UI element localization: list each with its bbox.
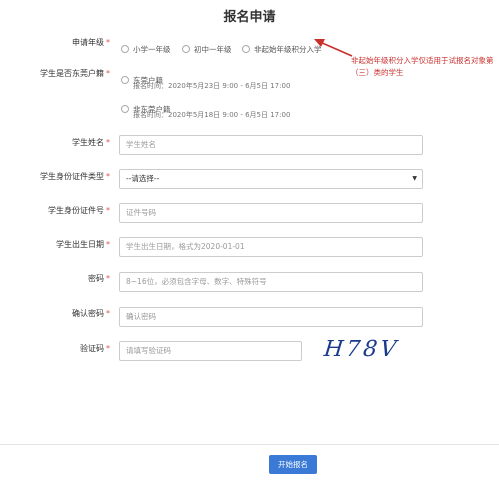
captcha-label: 验证码 * [80, 344, 110, 353]
password-label: 密码 * [88, 274, 110, 283]
grade-option-junior[interactable]: 初中一年级 [182, 37, 232, 56]
dropdown-caret-icon[interactable]: ▼ [412, 170, 417, 188]
annotation-note: 非起始年级积分入学仅适用于试报名对象第（三）类的学生 [351, 56, 494, 77]
radio-icon[interactable] [121, 105, 129, 113]
hukou-local-time: 报名时间：2020年5月23日 9:00 - 6月5日 17:00 [133, 82, 291, 90]
birthday-input[interactable]: 学生出生日期，格式为2020-01-01 [119, 237, 423, 257]
name-label: 学生姓名 * [72, 138, 110, 147]
id-type-label: 学生身份证件类型 * [40, 172, 110, 181]
captcha-image[interactable]: H78V [323, 337, 401, 362]
radio-icon[interactable] [242, 45, 250, 53]
radio-icon[interactable] [121, 76, 129, 84]
hukou-nonlocal-time: 报名时间：2020年5月18日 9:00 - 6月5日 17:00 [133, 111, 291, 119]
birthday-label: 学生出生日期 * [56, 240, 110, 249]
student-name-input[interactable]: 学生姓名 [119, 135, 423, 155]
id-type-select[interactable]: --请选择-- ▼ [119, 169, 423, 189]
radio-icon[interactable] [121, 45, 129, 53]
hukou-label: 学生是否东莞户籍 * [40, 69, 110, 78]
id-number-label: 学生身份证件号 * [48, 206, 110, 215]
confirm-password-label: 确认密码 * [72, 309, 110, 318]
grade-option-points[interactable]: 非起始年级积分入学 [242, 37, 322, 56]
grade-option-primary[interactable]: 小学一年级 [121, 37, 171, 56]
captcha-input[interactable]: 请填写验证码 [119, 341, 302, 361]
confirm-password-input[interactable]: 确认密码 [119, 307, 423, 327]
footer-divider [0, 444, 499, 445]
grade-label: 申请年级 * [72, 38, 110, 47]
id-number-input[interactable]: 证件号码 [119, 203, 423, 223]
arrow-icon [314, 39, 353, 57]
page-title: 报名申请 [223, 10, 276, 25]
submit-button[interactable]: 开始报名 [269, 455, 317, 474]
password-input[interactable]: 8~16位，必须包含字母、数字、特殊符号 [119, 272, 423, 292]
radio-icon[interactable] [182, 45, 190, 53]
